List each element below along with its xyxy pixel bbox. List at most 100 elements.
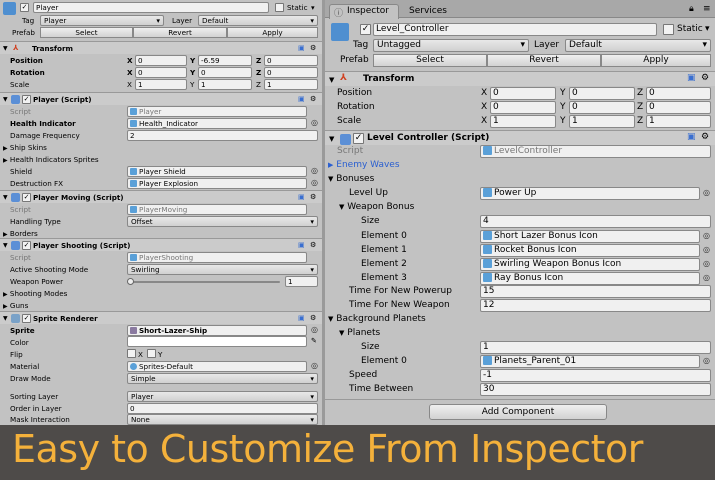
rotation-z-field[interactable]: 0 (646, 101, 711, 114)
static-checkbox[interactable] (275, 3, 284, 12)
help-icon[interactable]: ▣ (687, 73, 696, 83)
gear-icon[interactable]: ⚙ (701, 132, 709, 142)
player-shooting-header[interactable]: ▼ ✓ Player Shooting (Script) ▣ ⚙ (0, 238, 322, 251)
background-planets-foldout[interactable]: ▼ Background Planets (328, 314, 426, 324)
help-icon[interactable]: ▣ (298, 313, 305, 322)
help-icon[interactable]: ▣ (298, 43, 305, 52)
position-y-field[interactable]: 0 (569, 87, 635, 100)
help-icon[interactable]: ▣ (687, 132, 696, 142)
player-script-header[interactable]: ▼ ✓ Player (Script) ▣ ⚙ (0, 92, 322, 105)
health-sprites-foldout[interactable]: ▶ Health Indicators Sprites (3, 155, 99, 164)
health-indicator-field[interactable]: Health_Indicator (127, 118, 307, 129)
prefab-select-button[interactable]: Select (40, 27, 133, 38)
object-picker-icon[interactable]: ◎ (311, 178, 318, 187)
weapon-power-field[interactable]: 1 (285, 276, 318, 287)
rotation-y-field[interactable]: 0 (569, 101, 635, 114)
layer-dropdown[interactable]: Default ▾ (198, 15, 318, 26)
rotation-x-field[interactable]: 0 (490, 101, 556, 114)
help-icon[interactable]: ▣ (298, 94, 305, 103)
planet-element-field[interactable]: Planets_Parent_01 (480, 355, 700, 368)
position-x-field[interactable]: 0 (135, 55, 187, 66)
active-checkbox[interactable]: ✓ (20, 3, 29, 12)
handling-type-dropdown[interactable]: Offset ▾ (127, 216, 318, 227)
tab-services[interactable]: Services (409, 6, 447, 16)
static-dropdown-arrow-icon[interactable]: ▾ (311, 3, 315, 12)
object-picker-icon[interactable]: ◎ (703, 356, 710, 365)
tag-dropdown[interactable]: Untagged ▾ (373, 39, 529, 52)
transform-component-header[interactable]: ▼ ⅄ Transform ▣ ⚙ (325, 71, 715, 86)
rotation-x-field[interactable]: 0 (135, 67, 187, 78)
material-field[interactable]: Sprites-Default (127, 361, 307, 372)
element-field[interactable]: Rocket Bonus Icon (480, 244, 700, 257)
object-picker-icon[interactable]: ◎ (703, 188, 710, 197)
static-dropdown-arrow-icon[interactable]: ▾ (705, 24, 710, 34)
flip-y-checkbox[interactable] (147, 349, 156, 358)
weapon-power-slider-knob[interactable] (127, 278, 134, 285)
level-controller-header[interactable]: ▼ ✓ Level Controller (Script) ▣ ⚙ (325, 130, 715, 145)
destruction-fx-field[interactable]: Player Explosion (127, 178, 307, 189)
expand-triangle-icon[interactable]: ▼ (329, 76, 334, 84)
gear-icon[interactable]: ⚙ (310, 43, 316, 52)
enemy-waves-foldout[interactable]: ▶ Enemy Waves (328, 160, 400, 170)
prefab-revert-button[interactable]: Revert (133, 27, 227, 38)
mask-interaction-dropdown[interactable]: None ▾ (127, 414, 318, 425)
weapon-power-slider-track[interactable] (130, 281, 280, 283)
sprite-field[interactable]: Short-Lazer-Ship (127, 325, 307, 336)
object-picker-icon[interactable]: ◎ (311, 118, 318, 127)
expand-triangle-icon[interactable]: ▼ (3, 96, 8, 103)
element-field[interactable]: Ray Bonus Icon (480, 272, 700, 285)
component-enabled-checkbox[interactable]: ✓ (22, 314, 31, 323)
shooting-modes-foldout[interactable]: ▶ Shooting Modes (3, 289, 67, 298)
gear-icon[interactable]: ⚙ (310, 192, 316, 201)
expand-triangle-icon[interactable]: ▼ (3, 315, 8, 322)
expand-triangle-icon[interactable]: ▼ (3, 45, 8, 52)
rotation-z-field[interactable]: 0 (264, 67, 318, 78)
scale-x-field[interactable]: 1 (135, 79, 187, 90)
color-swatch[interactable] (127, 336, 307, 347)
object-picker-icon[interactable]: ◎ (703, 245, 710, 254)
component-enabled-checkbox[interactable]: ✓ (22, 193, 31, 202)
object-picker-icon[interactable]: ◎ (703, 273, 710, 282)
active-checkbox[interactable]: ✓ (360, 24, 371, 35)
active-shooting-mode-dropdown[interactable]: Swirling ▾ (127, 264, 318, 275)
element-field[interactable]: Swirling Weapon Bonus Icon (480, 258, 700, 271)
gear-icon[interactable]: ⚙ (310, 94, 316, 103)
time-new-weapon-field[interactable]: 12 (480, 299, 711, 312)
prefab-apply-button[interactable]: Apply (227, 27, 318, 38)
scale-z-field[interactable]: 1 (264, 79, 318, 90)
gear-icon[interactable]: ⚙ (310, 240, 316, 249)
bonuses-foldout[interactable]: ▼ Bonuses (328, 174, 374, 184)
scale-y-field[interactable]: 1 (569, 115, 635, 128)
gear-icon[interactable]: ⚙ (310, 313, 316, 322)
planets-foldout[interactable]: ▼ Planets (339, 328, 380, 338)
object-name-field[interactable]: Player (33, 2, 269, 13)
eyedropper-icon[interactable]: ✎ (311, 336, 317, 345)
level-up-field[interactable]: Power Up (480, 187, 700, 200)
draw-mode-dropdown[interactable]: Simple ▾ (127, 373, 318, 384)
add-component-button[interactable]: Add Component (429, 404, 607, 420)
scale-y-field[interactable]: 1 (198, 79, 252, 90)
object-picker-icon[interactable]: ◎ (311, 325, 318, 334)
rotation-y-field[interactable]: 0 (198, 67, 252, 78)
static-checkbox[interactable] (663, 24, 674, 35)
ship-skins-foldout[interactable]: ▶ Ship Skins (3, 143, 47, 152)
speed-field[interactable]: -1 (480, 369, 711, 382)
damage-frequency-field[interactable]: 2 (127, 130, 318, 141)
scale-x-field[interactable]: 1 (490, 115, 556, 128)
sprite-renderer-header[interactable]: ▼ ✓ Sprite Renderer ▣ ⚙ (0, 311, 322, 324)
object-picker-icon[interactable]: ◎ (311, 166, 318, 175)
component-enabled-checkbox[interactable]: ✓ (22, 95, 31, 104)
time-new-powerup-field[interactable]: 15 (480, 285, 711, 298)
tab-inspector[interactable]: ⓘ Inspector (329, 4, 399, 19)
layer-dropdown[interactable]: Default ▾ (565, 39, 711, 52)
sorting-layer-dropdown[interactable]: Player ▾ (127, 391, 318, 402)
prefab-select-button[interactable]: Select (373, 54, 487, 67)
expand-triangle-icon[interactable]: ▼ (3, 242, 8, 249)
player-moving-header[interactable]: ▼ ✓ Player Moving (Script) ▣ ⚙ (0, 190, 322, 203)
panel-menu-icon[interactable]: ≡ (703, 4, 711, 14)
time-between-field[interactable]: 30 (480, 383, 711, 396)
tag-dropdown[interactable]: Player ▾ (40, 15, 164, 26)
help-icon[interactable]: ▣ (298, 240, 305, 249)
guns-foldout[interactable]: ▶ Guns (3, 301, 28, 310)
size-field[interactable]: 4 (480, 215, 711, 228)
